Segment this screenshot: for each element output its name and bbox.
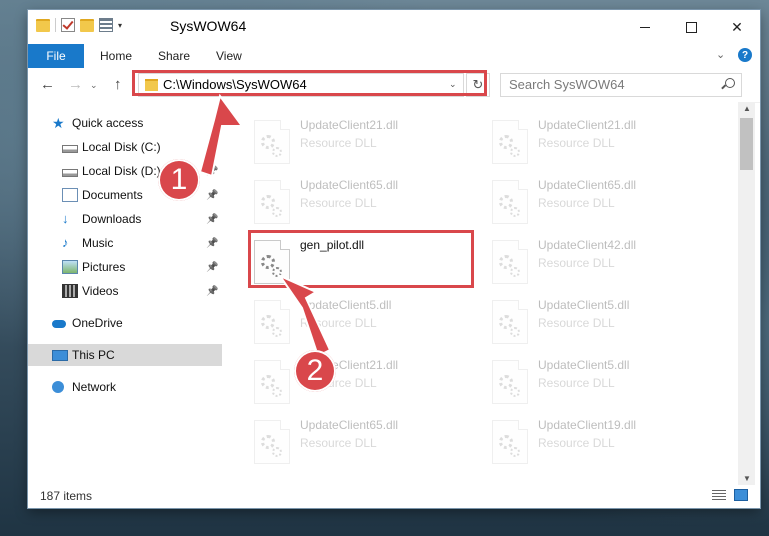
arrow-1-shape xyxy=(198,93,244,178)
annotation-arrow-1 xyxy=(198,93,332,358)
arrow-2-shape xyxy=(277,273,332,358)
step-2-badge: 2 xyxy=(294,350,336,392)
step-1-badge: 1 xyxy=(158,159,200,201)
